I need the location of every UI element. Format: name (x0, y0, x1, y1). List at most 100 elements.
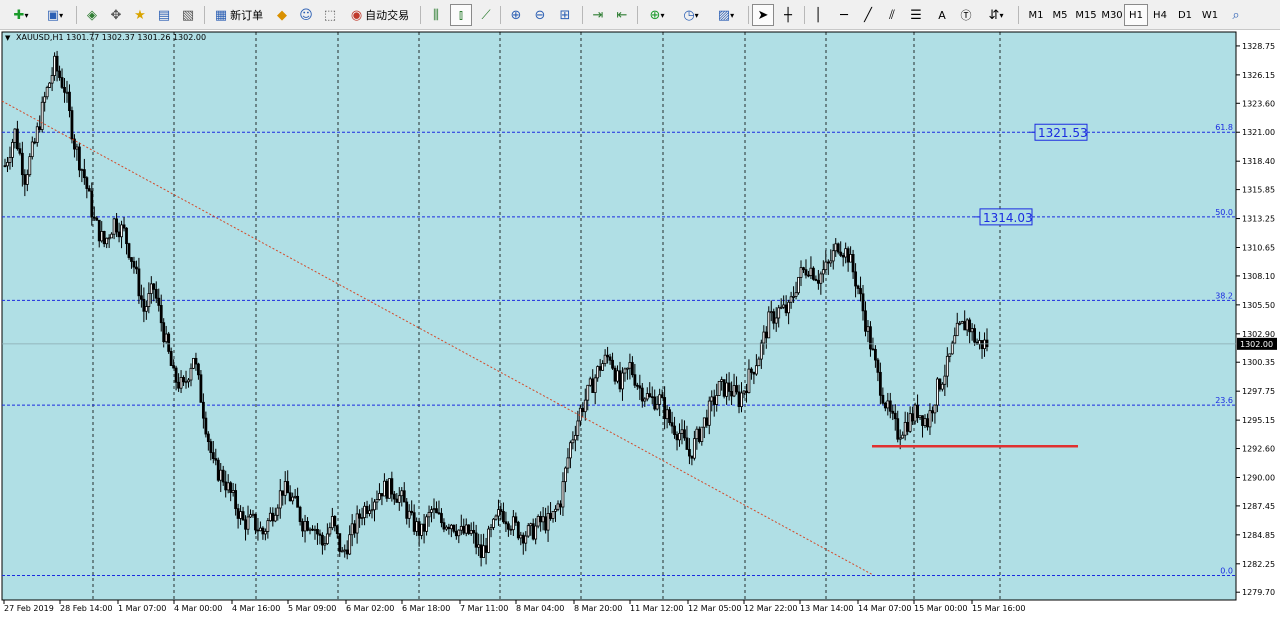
auto-scroll-button[interactable]: ⇥ (588, 4, 608, 26)
horizontal-line-tool[interactable]: ─ (834, 4, 854, 26)
line-chart-button[interactable]: ⟋ (476, 4, 496, 26)
search-icon: ⌕ (1232, 7, 1240, 23)
candle (167, 331, 171, 354)
cursor-tool[interactable]: ➤ (752, 4, 774, 26)
timeframe-h4[interactable]: H4 (1148, 4, 1172, 26)
timeframe-w1[interactable]: W1 (1198, 4, 1222, 26)
candle-body (497, 509, 500, 517)
candle-body (358, 513, 362, 519)
candle-body (737, 391, 741, 408)
strategy-tester-button[interactable]: ▧ (178, 4, 198, 26)
templates-button[interactable]: ▨ ▾ (710, 4, 742, 26)
trendline-tool[interactable]: ╱ (858, 4, 878, 26)
candle-body (246, 516, 250, 530)
candle-body (432, 508, 436, 511)
candle-body (618, 370, 622, 390)
candle-body (442, 522, 446, 530)
navigator-button[interactable]: ★ (130, 4, 150, 26)
candle-body (901, 434, 905, 439)
chart-plot-area[interactable] (1, 31, 1237, 601)
new-order-icon: ▦ (214, 7, 228, 23)
timeframe-m1[interactable]: M1 (1024, 4, 1048, 26)
bars-icon: ⫼ (433, 7, 439, 23)
candle-body (435, 508, 438, 514)
arrows-tool[interactable]: ⇵ ▾ (980, 4, 1012, 26)
candle-body (665, 409, 669, 420)
community-button[interactable]: ☺ (296, 4, 316, 26)
auto-trading-button[interactable]: ◉ 自动交易 (346, 4, 414, 26)
panel-icon: ▤ (157, 7, 171, 23)
vertical-line-tool[interactable]: │ (808, 4, 828, 26)
candle-body (445, 526, 448, 530)
candle-body (345, 549, 349, 555)
vertical-line-icon: │ (814, 7, 822, 23)
candle-body (938, 378, 942, 390)
candle-body (437, 512, 441, 515)
indicators-button[interactable]: ⊕ ▾ (642, 4, 672, 26)
candle-body (256, 529, 260, 532)
timeframe-h1[interactable]: H1 (1124, 4, 1148, 26)
candle-body (871, 348, 875, 351)
zoom-out-button[interactable]: ⊖ (530, 4, 550, 26)
tile-windows-button[interactable]: ⊞ (554, 4, 576, 26)
candle-body (385, 480, 389, 499)
bar-chart-button[interactable]: ⫼ (426, 4, 446, 26)
auto-trading-icon: ◉ (350, 7, 363, 23)
candle-body (541, 516, 545, 523)
candle-body (752, 371, 756, 375)
market-watch-button[interactable]: ◈ (82, 4, 102, 26)
channel-tool[interactable]: ⫽ (882, 4, 902, 26)
timeframe-m15[interactable]: M15 (1072, 4, 1100, 26)
profiles-button[interactable]: ▣ ▾ (40, 4, 70, 26)
candle-body (888, 400, 892, 412)
candle-body (380, 493, 384, 497)
candle-body (908, 413, 912, 432)
data-window-button[interactable]: ✥ (106, 4, 126, 26)
signals-button[interactable]: ⬚ (320, 4, 340, 26)
candle-body (926, 418, 929, 428)
candle-body (554, 508, 557, 512)
chart-shift-button[interactable]: ⇤ (612, 4, 632, 26)
search-button[interactable]: ⌕ (1226, 4, 1246, 26)
candle (722, 379, 726, 399)
terminal-button[interactable]: ▤ (154, 4, 174, 26)
periods-button[interactable]: ◷ ▾ (676, 4, 706, 26)
y-axis-label: 1287.45 (1242, 502, 1275, 511)
candle-body (177, 381, 180, 389)
candle-body (841, 254, 845, 258)
candle-body (100, 231, 104, 242)
crosshair-tool[interactable]: ┼ (778, 4, 798, 26)
candle-body (725, 382, 729, 397)
new-order-button[interactable]: ▦ 新订单 (210, 4, 268, 26)
fibonacci-tool[interactable]: ☰ (906, 4, 926, 26)
price-chart[interactable]: 61.8 50.0 38.2 23.6 0.0 1321.53 1314.03 1328.… (0, 30, 1280, 622)
candle-body (87, 188, 91, 192)
timeframe-d1[interactable]: D1 (1173, 4, 1197, 26)
candle-body (397, 495, 401, 503)
chart-menu-arrow-icon[interactable]: ▼ (5, 34, 11, 42)
timeframe-m5[interactable]: M5 (1048, 4, 1072, 26)
candle-body (392, 493, 396, 500)
candle-body (640, 387, 644, 402)
candle-body (511, 516, 515, 531)
candle-body (417, 521, 421, 536)
candle-body (678, 432, 681, 441)
candlestick-chart-button[interactable]: ⫾ (450, 4, 472, 26)
candle-body (764, 331, 768, 339)
candle-body (273, 514, 277, 522)
candle-body (980, 340, 984, 350)
candle-body (551, 510, 555, 519)
metaeditor-button[interactable]: ◆ (272, 4, 292, 26)
candle-body (321, 534, 324, 546)
candle-body (658, 394, 662, 405)
text-tool[interactable]: A (932, 4, 952, 26)
text-label-tool[interactable]: Ⓣ (956, 4, 976, 26)
timeframe-m30[interactable]: M30 (1098, 4, 1126, 26)
candle-body (219, 469, 223, 481)
zoom-in-button[interactable]: ⊕ (506, 4, 526, 26)
candle-body (97, 219, 101, 242)
x-axis-label: 15 Mar 16:00 (972, 604, 1025, 613)
candle-body (266, 520, 270, 532)
chart-window[interactable]: 61.8 50.0 38.2 23.6 0.0 1321.53 1314.03 1328.… (0, 30, 1280, 622)
new-chart-button[interactable]: ✚ ▾ (6, 4, 36, 26)
